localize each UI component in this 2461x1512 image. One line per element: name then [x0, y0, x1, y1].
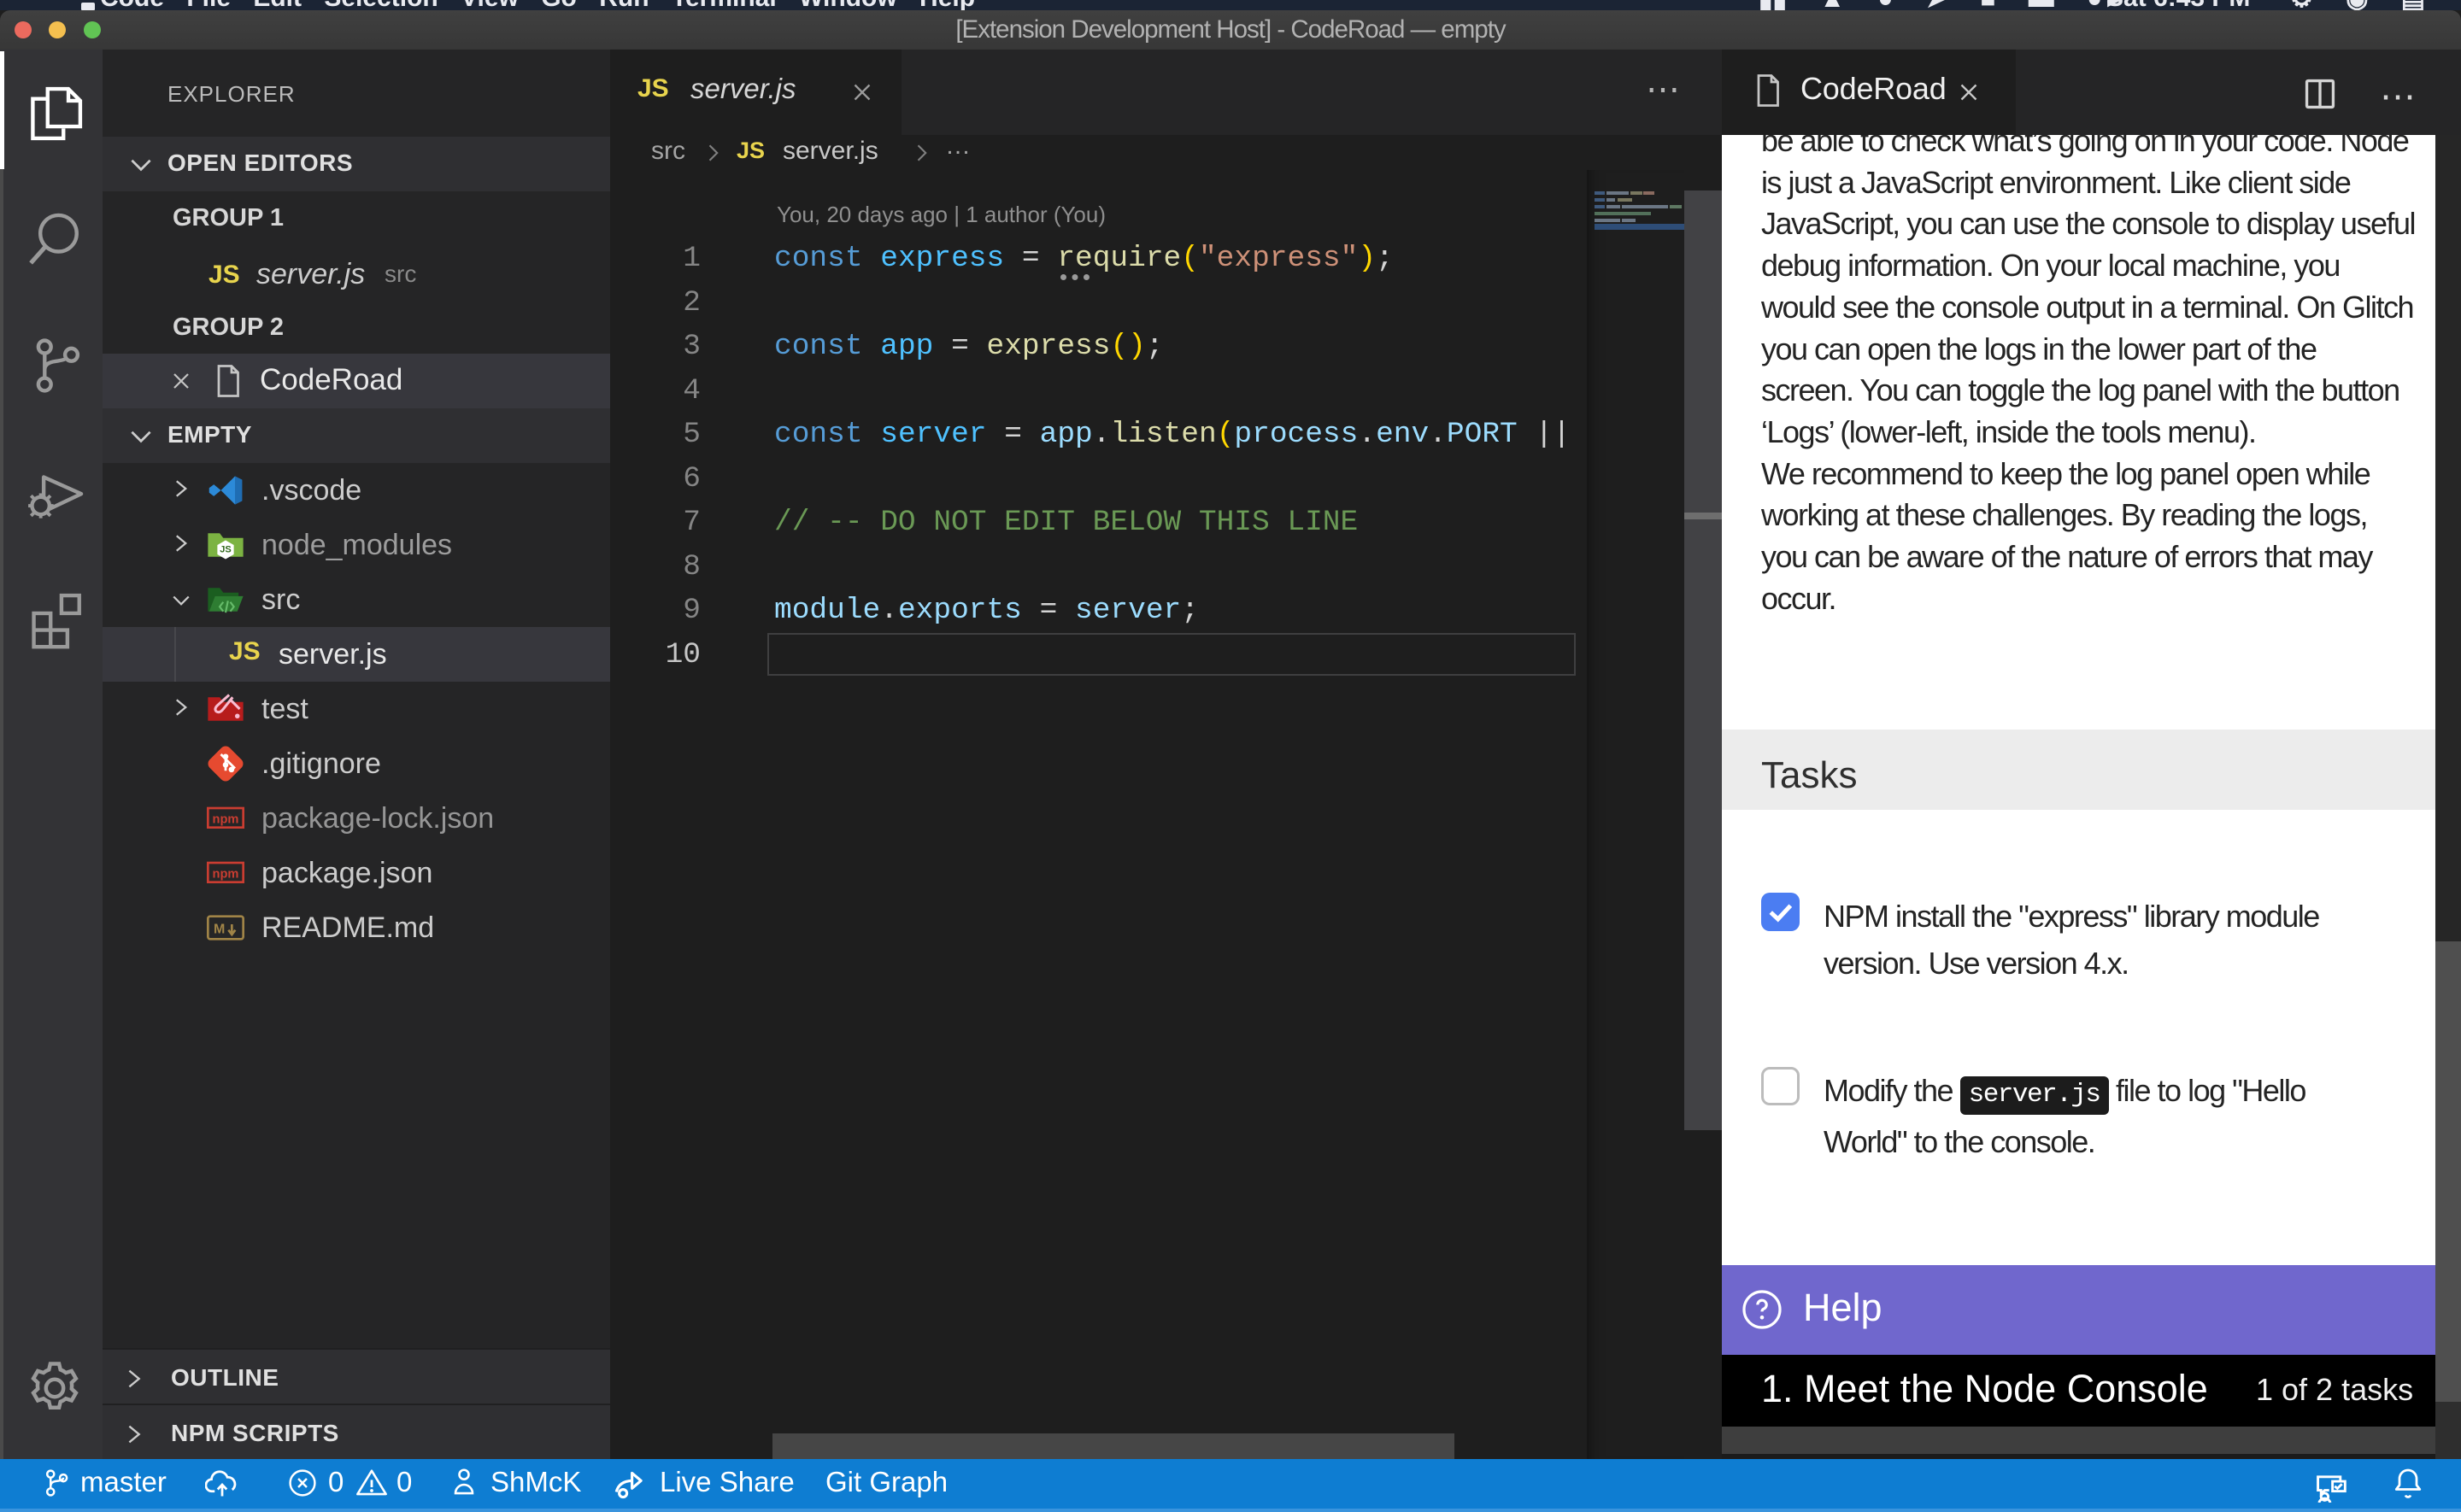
svg-text:M: M [214, 923, 225, 937]
svg-text:npm: npm [213, 867, 239, 881]
svg-text:npm: npm [213, 812, 239, 826]
svg-text:JS: JS [220, 544, 231, 554]
